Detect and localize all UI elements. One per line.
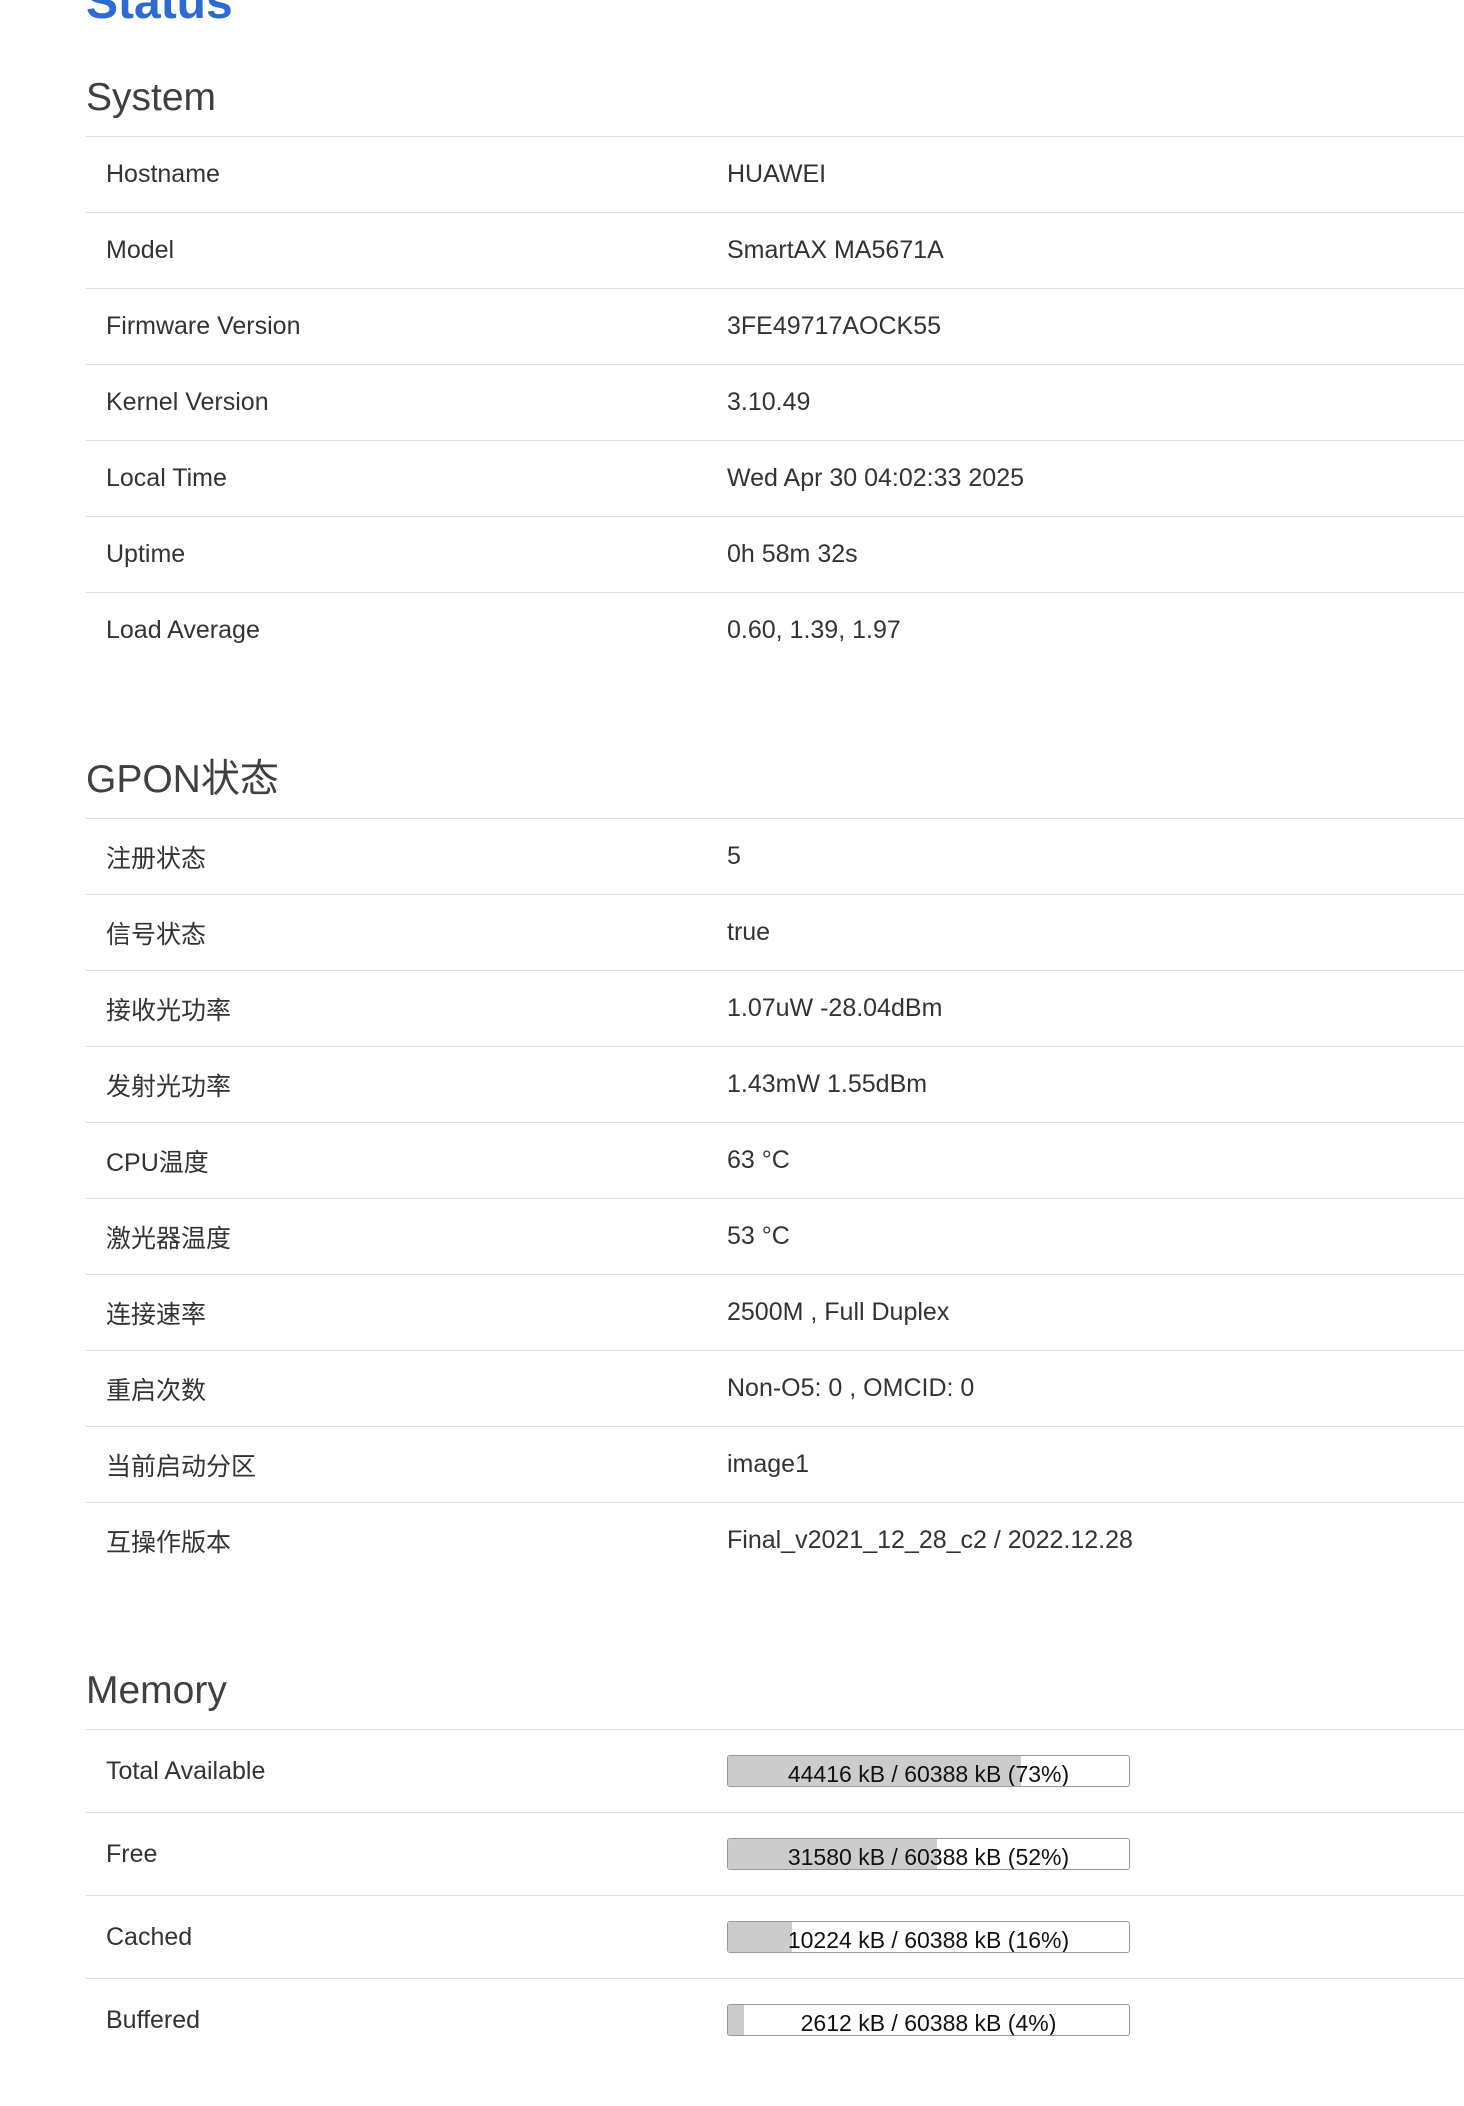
interop-version-row: 互操作版本 Final_v2021_12_28_c2 / 2022.12.28 <box>86 1502 1464 1578</box>
total-available-value: 44416 kB / 60388 kB (73%) <box>727 1755 1464 1787</box>
reboot-count-label: 重启次数 <box>106 1376 207 1405</box>
free-row: Free 31580 kB / 60388 kB (52%) <box>86 1812 1464 1895</box>
local-time-value: Wed Apr 30 04:02:33 2025 <box>727 464 1024 492</box>
cpu-temperature-value: 63 °C <box>727 1146 790 1174</box>
hostname-row: Hostname HUAWEI <box>86 136 1464 212</box>
uptime-value: 0h 58m 32s <box>727 540 858 568</box>
link-speed-row: 连接速率 2500M , Full Duplex <box>86 1274 1464 1350</box>
memory-table: Total Available 44416 kB / 60388 kB (73%… <box>86 1729 1464 2061</box>
reboot-count-row: 重启次数 Non-O5: 0 , OMCID: 0 <box>86 1350 1464 1426</box>
system-section-title: System <box>86 76 217 119</box>
local-time-row: Local Time Wed Apr 30 04:02:33 2025 <box>86 440 1464 516</box>
gpon-section-title: GPON状态 <box>86 758 279 801</box>
system-section: System Hostname HUAWEI Model SmartAX MA5… <box>86 60 1464 668</box>
registration-status-value: 5 <box>727 842 741 870</box>
load-average-row: Load Average 0.60, 1.39, 1.97 <box>86 592 1464 668</box>
signal-status-row: 信号状态 true <box>86 894 1464 970</box>
firmware-version-label: Firmware Version <box>106 312 301 340</box>
firmware-version-row: Firmware Version 3FE49717AOCK55 <box>86 288 1464 364</box>
firmware-version-value: 3FE49717AOCK55 <box>727 312 942 340</box>
uptime-row: Uptime 0h 58m 32s <box>86 516 1464 592</box>
kernel-version-row: Kernel Version 3.10.49 <box>86 364 1464 440</box>
page-title: Status <box>86 0 233 29</box>
buffered-progress-bar: 2612 kB / 60388 kB (4%) <box>727 2004 1130 2036</box>
gpon-table: 注册状态 5 信号状态 true 接收光功率 1.07uW -28.04dBm … <box>86 818 1464 1578</box>
memory-section: Memory Total Available 44416 kB / 60388 … <box>86 1653 1464 2061</box>
kernel-version-label: Kernel Version <box>106 388 269 416</box>
hostname-value: HUAWEI <box>727 160 827 188</box>
tx-power-label: 发射光功率 <box>106 1072 232 1101</box>
hostname-label: Hostname <box>106 160 220 188</box>
tx-power-value: 1.43mW 1.55dBm <box>727 1070 928 1098</box>
boot-partition-value: image1 <box>727 1450 809 1478</box>
cpu-temperature-label: CPU温度 <box>106 1148 209 1177</box>
signal-status-value: true <box>727 918 771 946</box>
free-label: Free <box>106 1839 158 1868</box>
interop-version-value: Final_v2021_12_28_c2 / 2022.12.28 <box>727 1526 1133 1554</box>
model-label: Model <box>106 236 175 264</box>
load-average-value: 0.60, 1.39, 1.97 <box>727 616 901 644</box>
cached-row: Cached 10224 kB / 60388 kB (16%) <box>86 1895 1464 1978</box>
local-time-label: Local Time <box>106 464 227 492</box>
link-speed-value: 2500M , Full Duplex <box>727 1298 950 1326</box>
free-progress-bar: 31580 kB / 60388 kB (52%) <box>727 1838 1130 1870</box>
interop-version-label: 互操作版本 <box>106 1528 232 1557</box>
memory-section-title: Memory <box>86 1669 227 1712</box>
uptime-label: Uptime <box>106 540 186 568</box>
progress-text: 44416 kB / 60388 kB (73%) <box>787 1761 1070 1787</box>
reboot-count-value: Non-O5: 0 , OMCID: 0 <box>727 1374 975 1402</box>
rx-power-value: 1.07uW -28.04dBm <box>727 994 943 1022</box>
cpu-temperature-row: CPU温度 63 °C <box>86 1122 1464 1198</box>
rx-power-label: 接收光功率 <box>106 996 232 1025</box>
signal-status-label: 信号状态 <box>106 920 207 949</box>
kernel-version-value: 3.10.49 <box>727 388 811 416</box>
free-value: 31580 kB / 60388 kB (52%) <box>727 1838 1464 1870</box>
progress-text: 10224 kB / 60388 kB (16%) <box>787 1927 1070 1953</box>
buffered-label: Buffered <box>106 2005 201 2034</box>
cached-value: 10224 kB / 60388 kB (16%) <box>727 1921 1464 1953</box>
total-available-progress-bar: 44416 kB / 60388 kB (73%) <box>727 1755 1130 1787</box>
rx-power-row: 接收光功率 1.07uW -28.04dBm <box>86 970 1464 1046</box>
progress-text: 31580 kB / 60388 kB (52%) <box>787 1844 1070 1870</box>
total-available-label: Total Available <box>106 1756 266 1785</box>
cached-progress-bar: 10224 kB / 60388 kB (16%) <box>727 1921 1130 1953</box>
registration-status-row: 注册状态 5 <box>86 818 1464 894</box>
total-available-row: Total Available 44416 kB / 60388 kB (73%… <box>86 1729 1464 1812</box>
gpon-section: GPON状态 注册状态 5 信号状态 true 接收光功率 1.07uW -28… <box>86 742 1464 1578</box>
link-speed-label: 连接速率 <box>106 1300 207 1329</box>
progress-text: 2612 kB / 60388 kB (4%) <box>800 2010 1057 2036</box>
system-table: Hostname HUAWEI Model SmartAX MA5671A Fi… <box>86 136 1464 668</box>
cached-label: Cached <box>106 1922 193 1951</box>
load-average-label: Load Average <box>106 616 260 644</box>
laser-temperature-value: 53 °C <box>727 1222 790 1250</box>
boot-partition-label: 当前启动分区 <box>106 1452 257 1481</box>
laser-temperature-row: 激光器温度 53 °C <box>86 1198 1464 1274</box>
buffered-value: 2612 kB / 60388 kB (4%) <box>727 2004 1464 2036</box>
boot-partition-row: 当前启动分区 image1 <box>86 1426 1464 1502</box>
buffered-row: Buffered 2612 kB / 60388 kB (4%) <box>86 1978 1464 2061</box>
registration-status-label: 注册状态 <box>106 844 207 873</box>
model-value: SmartAX MA5671A <box>727 236 944 264</box>
model-row: Model SmartAX MA5671A <box>86 212 1464 288</box>
tx-power-row: 发射光功率 1.43mW 1.55dBm <box>86 1046 1464 1122</box>
laser-temperature-label: 激光器温度 <box>106 1224 232 1253</box>
